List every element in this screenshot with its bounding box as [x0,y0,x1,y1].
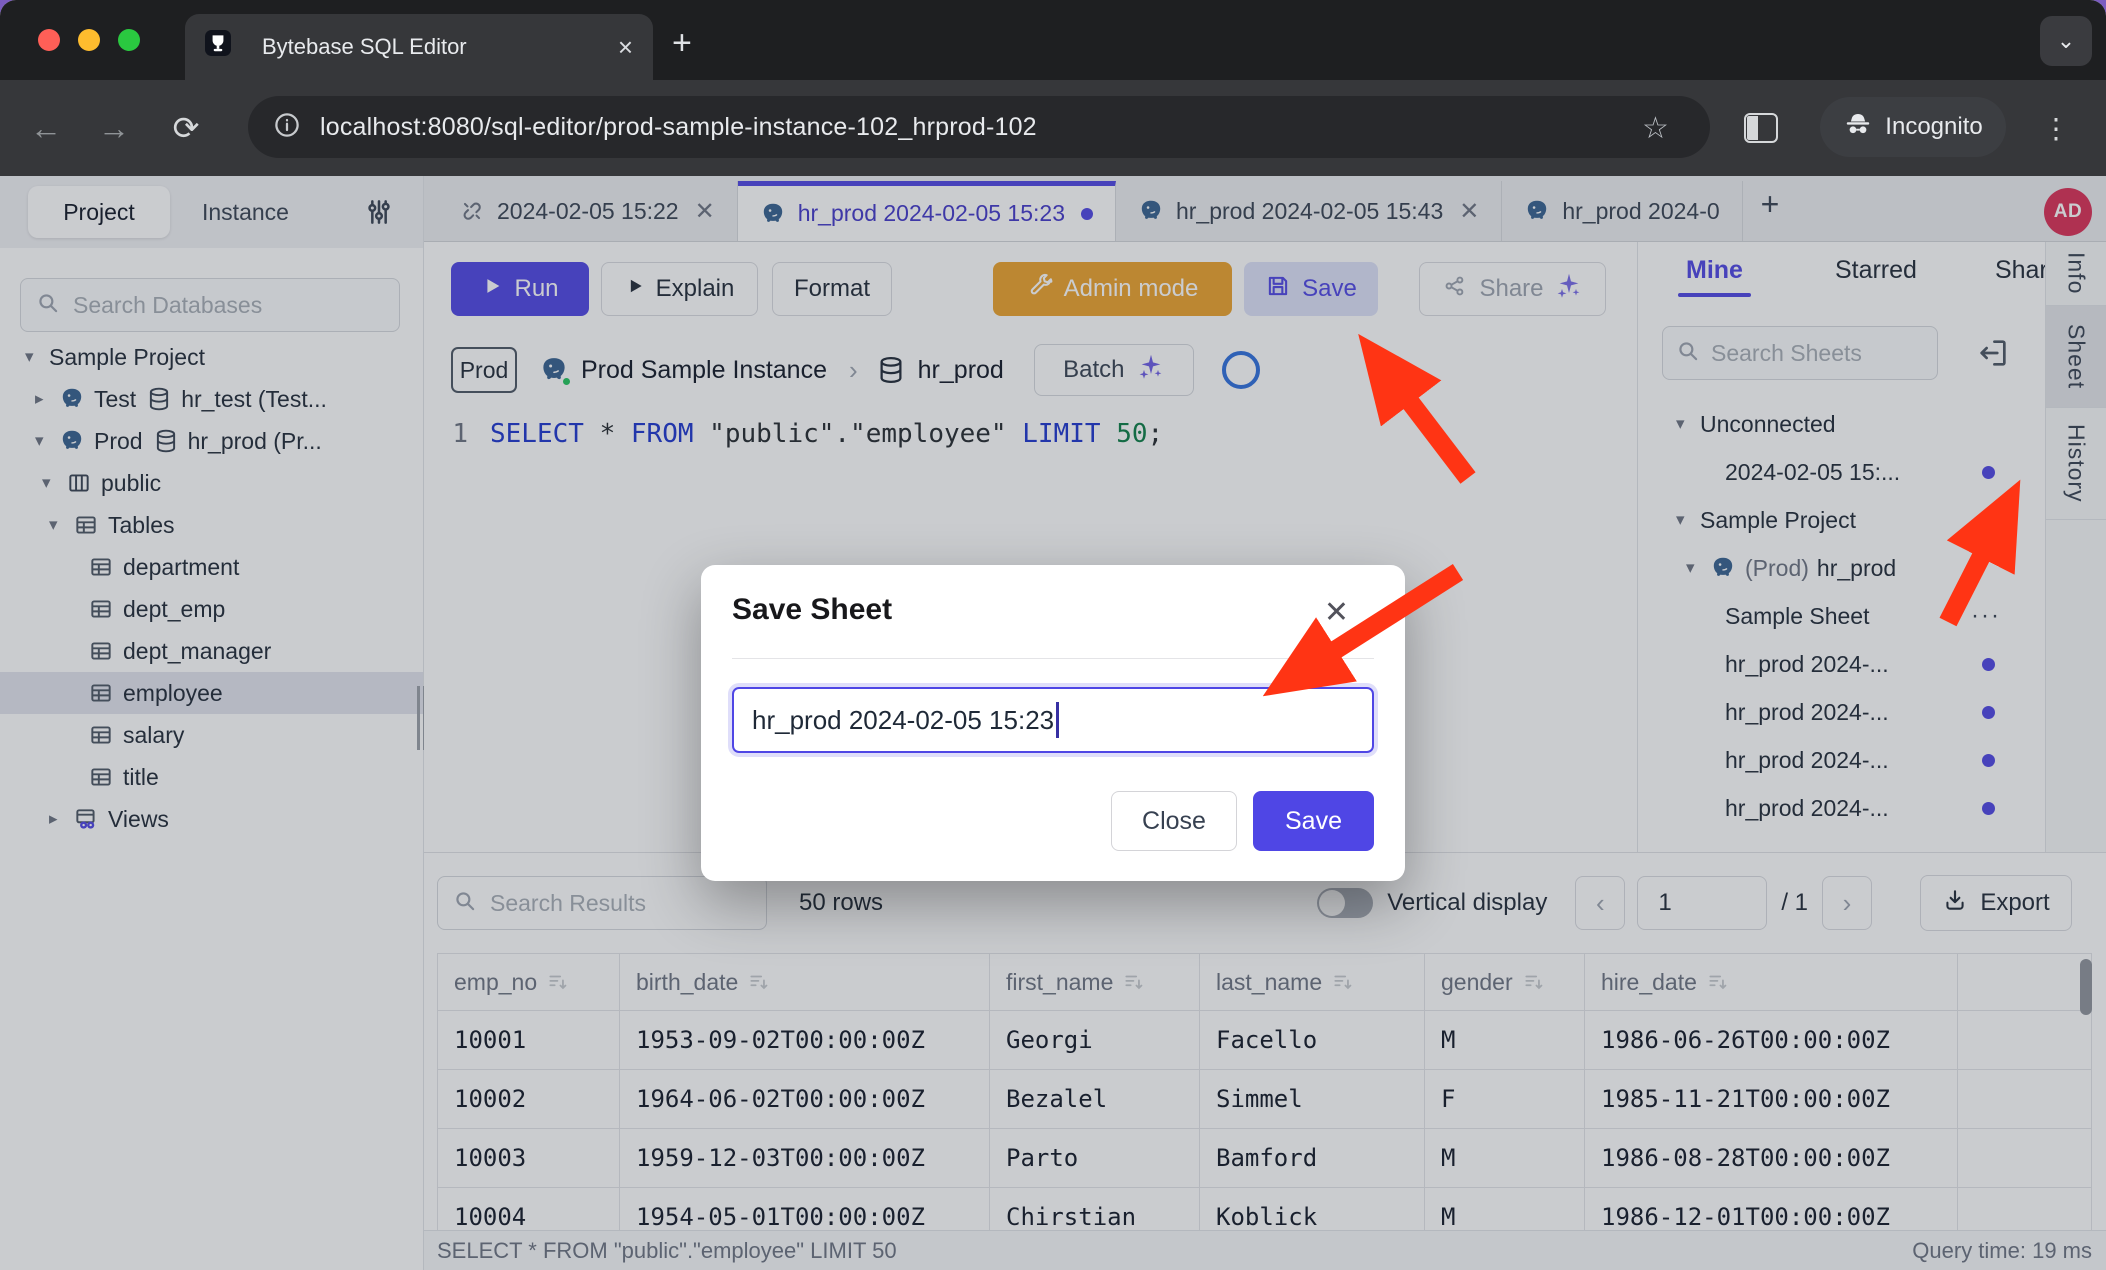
macos-close-button[interactable] [38,29,60,51]
bytebase-favicon [205,30,239,64]
browser-tabstrip: Bytebase SQL Editor × + ⌄ [0,0,2106,80]
bookmark-star-icon[interactable]: ☆ [1642,80,1669,176]
back-button[interactable]: ← [18,80,74,176]
save-sheet-dialog: Save Sheet ✕ hr_prod 2024-02-05 15:23 Cl… [701,565,1405,881]
macos-minimize-button[interactable] [78,29,100,51]
tab-search-button[interactable]: ⌄ [2040,16,2092,66]
sheet-name-input[interactable]: hr_prod 2024-02-05 15:23 [732,687,1374,753]
chevron-down-icon: ⌄ [2057,28,2075,54]
site-info-icon[interactable] [272,110,302,145]
browser-tab-title: Bytebase SQL Editor [262,34,604,60]
dialog-title: Save Sheet [732,593,892,627]
reload-button[interactable]: ⟳ [158,80,214,176]
dialog-close-icon[interactable]: ✕ [1324,595,1349,630]
incognito-badge: Incognito [1820,97,2006,157]
side-panel-icon[interactable] [1744,113,1778,143]
browser-tab-close-icon[interactable]: × [618,34,633,60]
address-bar[interactable]: localhost:8080/sql-editor/prod-sample-in… [248,96,1710,158]
dialog-close-button[interactable]: Close [1111,791,1237,851]
browser-menu-icon[interactable]: ⋮ [2042,80,2070,176]
forward-button[interactable]: → [86,80,142,176]
browser-tab[interactable]: Bytebase SQL Editor × [185,14,653,80]
text-caret [1056,702,1059,738]
dialog-divider [732,658,1374,659]
new-tab-button[interactable]: + [672,24,692,63]
browser-toolbar: ← → ⟳ localhost:8080/sql-editor/prod-sam… [0,80,2106,176]
incognito-icon [1843,109,1873,146]
url-text: localhost:8080/sql-editor/prod-sample-in… [320,113,1037,142]
incognito-label: Incognito [1885,113,1982,141]
browser-window: Bytebase SQL Editor × + ⌄ ← → ⟳ localhos… [0,0,2106,1270]
dialog-save-button[interactable]: Save [1253,791,1374,851]
macos-fullscreen-button[interactable] [118,29,140,51]
